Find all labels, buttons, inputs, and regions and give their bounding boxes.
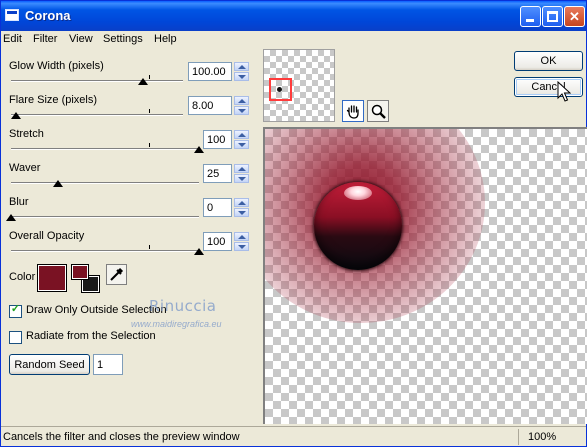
flare-size-spinner[interactable] — [234, 96, 249, 115]
opacity-slider-track[interactable] — [11, 250, 199, 252]
cancel-button[interactable]: Cancel — [514, 77, 583, 97]
app-icon — [5, 9, 19, 21]
draw-outside-checkbox[interactable]: ✓ — [9, 303, 22, 318]
blur-input[interactable] — [203, 198, 232, 217]
pan-tool-button[interactable] — [342, 100, 364, 122]
eyedropper-icon — [110, 267, 124, 281]
flare-size-input[interactable] — [188, 96, 232, 115]
magnifier-icon — [371, 104, 386, 119]
radiate-label[interactable]: Radiate from the Selection — [26, 330, 156, 342]
minimize-icon — [526, 19, 534, 22]
zoom-level: 100% — [528, 431, 557, 443]
title-bar[interactable]: Corona ✕ — [1, 1, 586, 31]
watermark-name: Rinuccia — [149, 297, 217, 315]
navigator-thumbnail[interactable] — [263, 49, 335, 122]
menu-view[interactable]: View — [69, 33, 93, 45]
blur-spinner[interactable] — [234, 198, 249, 217]
window-title: Corona — [25, 8, 71, 23]
spin-down-icon[interactable] — [234, 242, 249, 251]
spin-down-icon[interactable] — [234, 106, 249, 115]
blur-slider-track[interactable] — [11, 216, 199, 218]
radiate-checkbox[interactable] — [9, 331, 22, 344]
navigator-orb-marker — [277, 87, 282, 92]
glow-width-slider-thumb[interactable] — [138, 78, 149, 85]
waver-slider-thumb[interactable] — [53, 180, 63, 187]
spin-up-icon[interactable] — [234, 164, 249, 173]
blur-label: Blur — [9, 196, 29, 208]
stretch-slider-track[interactable] — [11, 148, 199, 150]
flare-size-slider-thumb[interactable] — [11, 112, 22, 119]
stretch-label: Stretch — [9, 128, 44, 140]
close-icon: ✕ — [569, 9, 580, 24]
watermark-url: www.maidiregrafica.eu — [131, 319, 222, 329]
eyedropper-button[interactable] — [106, 264, 127, 285]
spin-down-icon[interactable] — [234, 174, 249, 183]
blur-slider-thumb[interactable] — [6, 214, 16, 221]
draw-outside-label[interactable]: Draw Only Outside Selection — [26, 304, 167, 316]
flare-size-slider-track[interactable] — [11, 114, 183, 116]
status-text: Cancels the filter and closes the previe… — [3, 431, 240, 443]
color-label: Color — [9, 271, 36, 283]
menu-edit[interactable]: Edit — [3, 33, 22, 45]
spin-down-icon[interactable] — [234, 72, 249, 81]
menu-settings[interactable]: Settings — [103, 33, 143, 45]
mouse-cursor-icon — [557, 81, 571, 102]
waver-slider-track[interactable] — [11, 182, 199, 184]
waver-input[interactable] — [203, 164, 232, 183]
preview-canvas[interactable] — [263, 127, 587, 424]
glow-width-label: Glow Width (pixels) — [9, 60, 104, 72]
menu-bar: Edit Filter View Settings Help — [1, 31, 586, 49]
maximize-button[interactable] — [542, 6, 563, 27]
navigator-view-frame[interactable] — [269, 78, 292, 101]
foreground-color-swatch[interactable] — [71, 264, 89, 280]
minimize-button[interactable] — [520, 6, 541, 27]
waver-label: Waver — [9, 162, 41, 174]
checkmark-icon: ✓ — [10, 303, 21, 315]
spin-up-icon[interactable] — [234, 198, 249, 207]
flare-size-tick — [149, 109, 150, 113]
random-seed-button[interactable]: Random Seed — [9, 354, 90, 375]
menu-help[interactable]: Help — [154, 33, 177, 45]
glow-width-spinner[interactable] — [234, 62, 249, 81]
stretch-spinner[interactable] — [234, 130, 249, 149]
color-swatch[interactable] — [37, 264, 67, 292]
flare-size-label: Flare Size (pixels) — [9, 94, 98, 106]
status-divider — [518, 429, 519, 445]
corona-dialog: Corona ✕ Edit Filter View Settings Help … — [0, 0, 587, 447]
menu-filter[interactable]: Filter — [33, 33, 57, 45]
orb-highlight — [344, 186, 372, 200]
stretch-input[interactable] — [203, 130, 232, 149]
status-bar: Cancels the filter and closes the previe… — [1, 426, 586, 446]
opacity-input[interactable] — [203, 232, 232, 251]
stretch-tick — [149, 143, 150, 147]
zoom-tool-button[interactable] — [367, 100, 389, 122]
waver-spinner[interactable] — [234, 164, 249, 183]
maximize-icon — [547, 11, 558, 22]
opacity-tick — [149, 245, 150, 249]
corona-orb — [314, 182, 402, 270]
glow-width-slider-track[interactable] — [11, 80, 183, 82]
glow-width-input[interactable] — [188, 62, 232, 81]
close-button[interactable]: ✕ — [564, 6, 585, 27]
spin-up-icon[interactable] — [234, 232, 249, 241]
hand-icon — [346, 105, 359, 119]
opacity-label: Overall Opacity — [9, 230, 85, 242]
opacity-spinner[interactable] — [234, 232, 249, 251]
spin-up-icon[interactable] — [234, 130, 249, 139]
random-seed-input[interactable] — [93, 354, 123, 375]
spin-up-icon[interactable] — [234, 96, 249, 105]
glow-width-tick — [149, 75, 150, 79]
spin-down-icon[interactable] — [234, 208, 249, 217]
spin-down-icon[interactable] — [234, 140, 249, 149]
ok-button[interactable]: OK — [514, 51, 583, 71]
spin-up-icon[interactable] — [234, 62, 249, 71]
